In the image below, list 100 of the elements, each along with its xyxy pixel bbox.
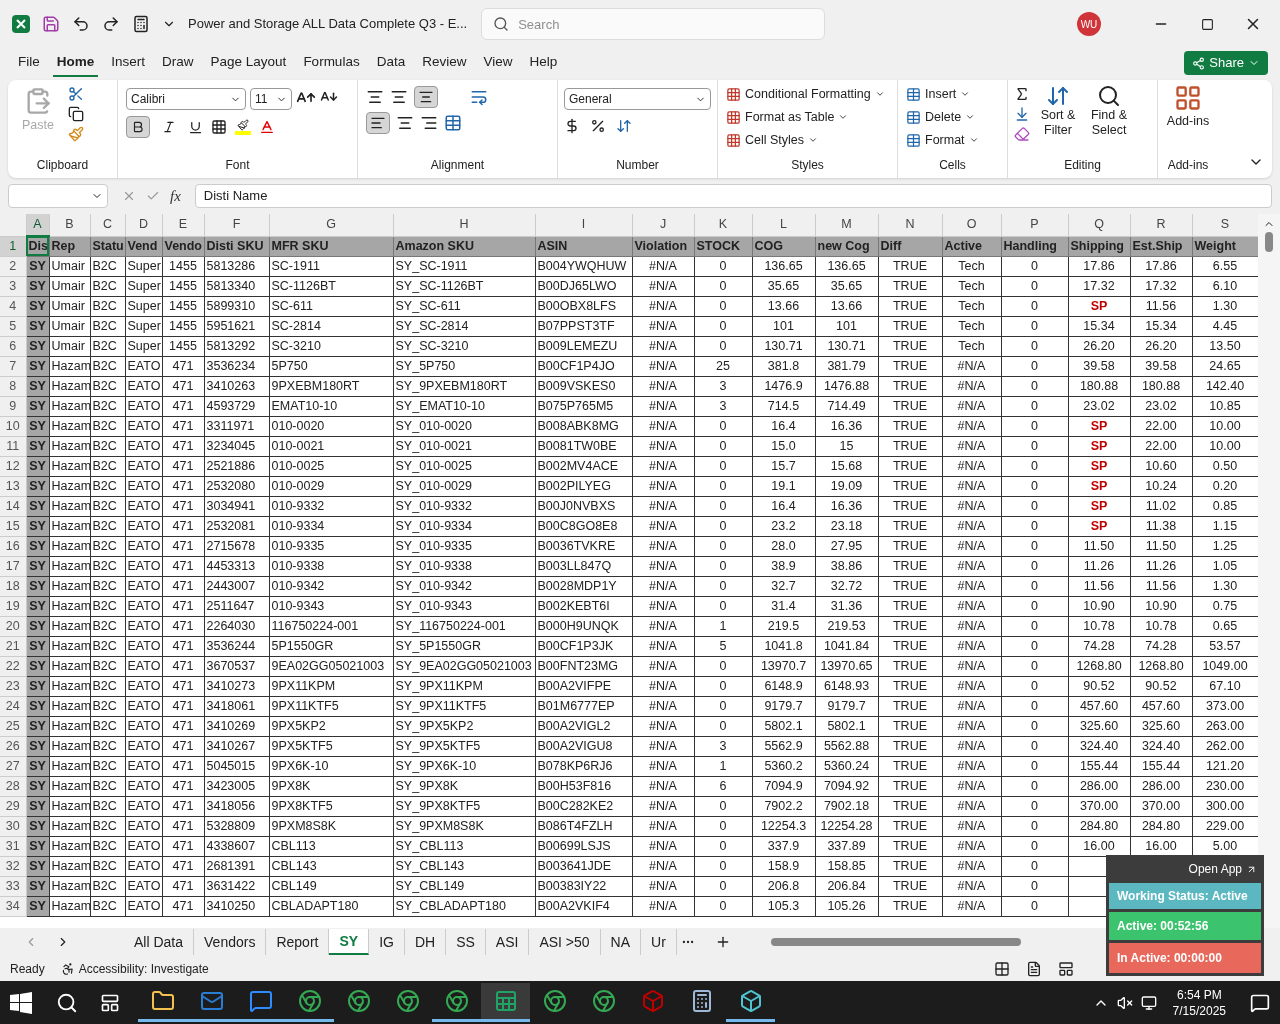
- row-header[interactable]: 33: [0, 876, 26, 897]
- column-header[interactable]: C: [90, 214, 125, 236]
- search-field[interactable]: Search: [481, 8, 826, 40]
- row-header[interactable]: 29: [0, 796, 26, 817]
- sheet-tab[interactable]: NA: [600, 929, 642, 955]
- row-header[interactable]: 14: [0, 496, 26, 517]
- sheet-tab[interactable]: Ur: [641, 929, 677, 955]
- row-header[interactable]: 2: [0, 256, 26, 277]
- fill-icon[interactable]: [1014, 106, 1030, 122]
- cells-button[interactable]: Insert: [906, 84, 999, 104]
- menu-tab[interactable]: Review: [418, 49, 471, 77]
- volume-muted-icon[interactable]: [1116, 994, 1133, 1011]
- redo-icon[interactable]: [102, 15, 120, 33]
- row-header[interactable]: 21: [0, 636, 26, 657]
- user-avatar[interactable]: WU: [1077, 12, 1101, 36]
- align-left-button[interactable]: [366, 112, 390, 134]
- align-center-icon[interactable]: [396, 114, 414, 132]
- row-header[interactable]: 26: [0, 736, 26, 757]
- sheet-tab[interactable]: ASI: [485, 929, 530, 955]
- row-header[interactable]: 3: [0, 276, 26, 297]
- row-header[interactable]: 1: [0, 236, 26, 257]
- calculator-icon[interactable]: [132, 15, 150, 33]
- formula-input[interactable]: Disti Name: [194, 184, 1272, 208]
- column-header[interactable]: I: [535, 214, 632, 236]
- column-header[interactable]: G: [269, 214, 393, 236]
- column-header[interactable]: L: [752, 214, 815, 236]
- column-header[interactable]: N: [878, 214, 942, 236]
- sort-filter-button[interactable]: Sort & Filter: [1036, 84, 1080, 142]
- row-header[interactable]: 16: [0, 536, 26, 557]
- sheet-tab[interactable]: ASI >50: [529, 929, 601, 955]
- taskbar-app[interactable]: [481, 983, 530, 1022]
- row-header[interactable]: 5: [0, 316, 26, 337]
- align-right-icon[interactable]: [420, 114, 438, 132]
- number-format-dropdown[interactable]: General: [564, 88, 711, 110]
- menu-tab[interactable]: File: [14, 49, 44, 77]
- row-header[interactable]: 24: [0, 696, 26, 717]
- row-header[interactable]: 23: [0, 676, 26, 697]
- normal-view-icon[interactable]: [994, 960, 1010, 977]
- row-header[interactable]: 10: [0, 416, 26, 437]
- row-header[interactable]: 12: [0, 456, 26, 477]
- open-app-link[interactable]: Open App: [1184, 858, 1261, 880]
- cells-button[interactable]: Delete: [906, 107, 999, 127]
- font-size-dropdown[interactable]: 11: [250, 88, 292, 110]
- share-button[interactable]: Share: [1184, 51, 1268, 75]
- row-header[interactable]: 32: [0, 856, 26, 877]
- row-header[interactable]: 28: [0, 776, 26, 797]
- row-header[interactable]: 17: [0, 556, 26, 577]
- scroll-thumb[interactable]: [1265, 232, 1273, 252]
- page-break-view-icon[interactable]: [1058, 960, 1074, 977]
- styles-button[interactable]: Cell Styles: [726, 130, 889, 150]
- styles-button[interactable]: Conditional Formatting: [726, 84, 889, 104]
- function-icon[interactable]: fx: [170, 184, 181, 208]
- row-header[interactable]: 15: [0, 516, 26, 537]
- bold-button[interactable]: [126, 116, 150, 138]
- task-view-icon[interactable]: [100, 992, 120, 1013]
- row-header[interactable]: 20: [0, 616, 26, 637]
- restore-icon[interactable]: [1201, 17, 1214, 31]
- row-header[interactable]: 8: [0, 376, 26, 397]
- column-header[interactable]: K: [694, 214, 752, 236]
- font-color-icon[interactable]: [259, 119, 275, 135]
- menu-tab[interactable]: Data: [372, 49, 410, 77]
- column-header[interactable]: O: [942, 214, 1001, 236]
- addins-button[interactable]: Add-ins: [1162, 80, 1214, 131]
- percent-icon[interactable]: [590, 118, 606, 134]
- save-icon[interactable]: [42, 15, 60, 33]
- align-bottom-button[interactable]: [414, 86, 438, 108]
- accessibility-button[interactable]: Accessibility: Investigate: [60, 959, 209, 978]
- row-header[interactable]: 9: [0, 396, 26, 417]
- row-header[interactable]: 31: [0, 836, 26, 857]
- menu-tab[interactable]: Page Layout: [206, 49, 291, 77]
- cut-icon[interactable]: [68, 86, 84, 102]
- row-header[interactable]: 11: [0, 436, 26, 457]
- align-middle-icon[interactable]: [390, 88, 408, 106]
- row-header[interactable]: 22: [0, 656, 26, 677]
- row-header[interactable]: 27: [0, 756, 26, 777]
- merge-cells-icon[interactable]: [444, 114, 462, 132]
- font-name-dropdown[interactable]: Calibri: [126, 88, 246, 110]
- cells-button[interactable]: Format: [906, 130, 999, 150]
- horizontal-scrollbar[interactable]: [770, 938, 1021, 946]
- column-header[interactable]: R: [1130, 214, 1192, 236]
- row-header[interactable]: 30: [0, 816, 26, 837]
- menu-tab[interactable]: Help: [525, 49, 562, 77]
- sheet-tab[interactable]: IG: [369, 929, 405, 955]
- row-header[interactable]: 34: [0, 896, 26, 917]
- column-header[interactable]: H: [393, 214, 535, 236]
- clock[interactable]: 6:54 PM 7/15/2025: [1164, 986, 1234, 1019]
- row-header[interactable]: 13: [0, 476, 26, 497]
- styles-button[interactable]: Format as Table: [726, 107, 889, 127]
- page-layout-view-icon[interactable]: [1026, 960, 1042, 977]
- sheet-tab[interactable]: All Data: [124, 929, 195, 955]
- menu-tab[interactable]: Formulas: [299, 49, 364, 77]
- column-header[interactable]: J: [632, 214, 694, 236]
- column-header[interactable]: Q: [1068, 214, 1130, 236]
- search-icon[interactable]: [56, 991, 78, 1014]
- copy-icon[interactable]: [68, 106, 84, 122]
- sheet-tab[interactable]: Vendors: [194, 929, 267, 955]
- column-header[interactable]: M: [815, 214, 878, 236]
- column-header[interactable]: F: [204, 214, 269, 236]
- menu-tab[interactable]: Draw: [158, 49, 198, 77]
- wrap-text-icon[interactable]: [470, 88, 488, 106]
